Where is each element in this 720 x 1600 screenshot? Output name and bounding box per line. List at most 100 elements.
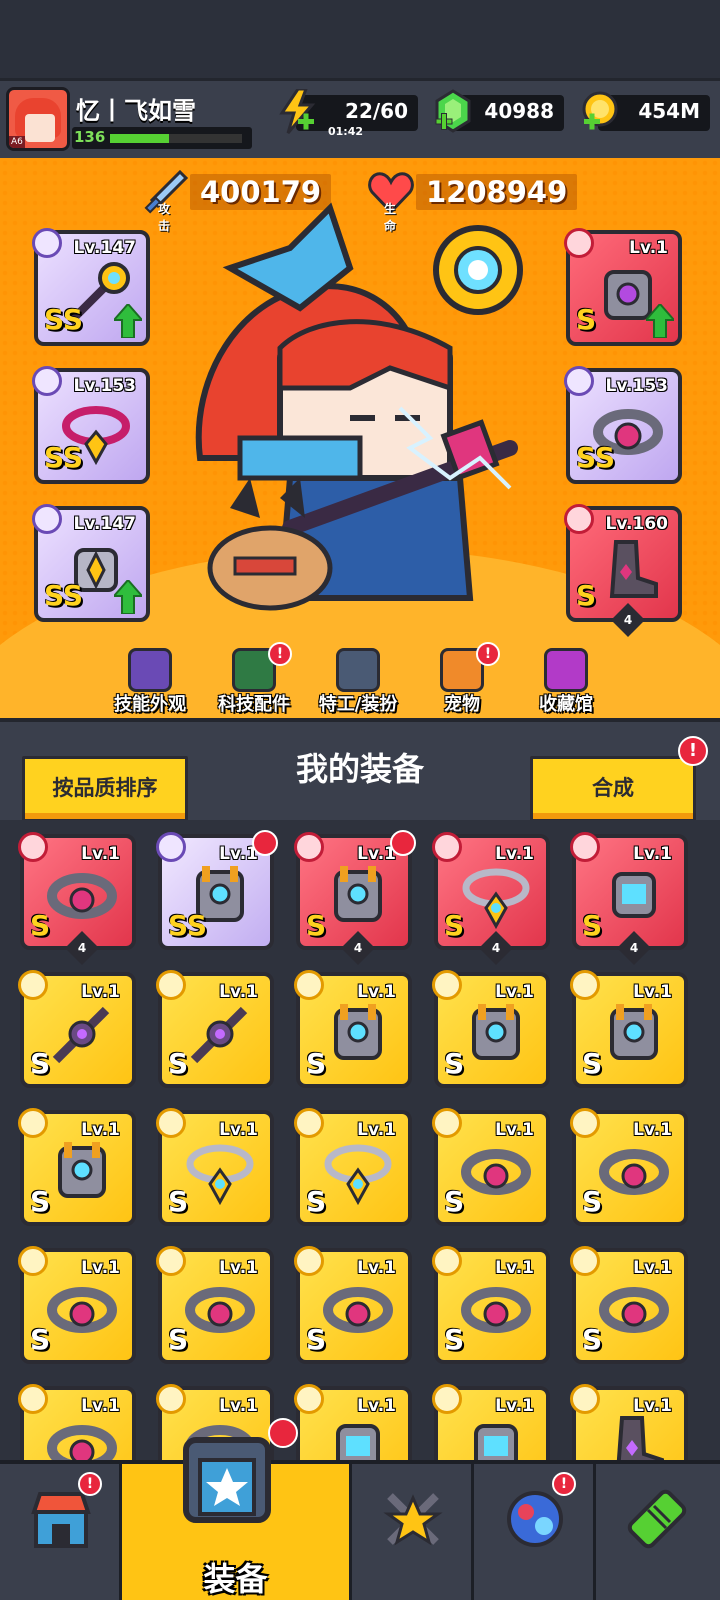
avatar[interactable]: A6 — [6, 87, 70, 151]
alert-badge: ! — [268, 642, 292, 666]
equipment-header: 按品质排序 我的装备 合成 ! — [0, 718, 720, 822]
equipped-glove-slot[interactable]: Lv.147 SS — [32, 504, 150, 622]
belt-icon — [599, 1149, 669, 1195]
inventory-item[interactable]: Lv.1S — [294, 1246, 412, 1364]
nav-agent-outfit[interactable]: 特工/装扮 — [308, 648, 408, 718]
inventory-item[interactable]: Lv.1S — [432, 970, 550, 1088]
star-count-badge: 4 — [341, 931, 375, 965]
attack-label: 攻击 — [158, 202, 171, 233]
player-name: 忆丨飞如雪 — [76, 97, 196, 125]
inventory-item[interactable]: Lv.1S — [432, 1108, 550, 1226]
skill-skin-icon — [128, 648, 172, 692]
merge-alert-badge: ! — [678, 736, 708, 766]
item-grade: S — [30, 1185, 51, 1218]
bottom-tab-equipment[interactable]: 装备 — [122, 1418, 352, 1600]
equipped-grade: SS — [44, 441, 84, 474]
equipped-grade: SS — [44, 303, 84, 336]
item-grade: S — [168, 1323, 189, 1356]
agent-outfit-icon — [336, 648, 380, 692]
inventory-item[interactable]: Lv.1S — [570, 1384, 688, 1460]
inventory-item[interactable]: Lv.1S — [570, 970, 688, 1088]
inventory-item[interactable]: Lv.1 S 4 — [294, 830, 416, 965]
inventory-item[interactable]: Lv.1S — [570, 1246, 688, 1364]
inventory-item[interactable]: Lv.1S — [432, 1384, 550, 1460]
upgrade-arrow-icon — [114, 580, 142, 614]
inventory-item[interactable]: Lv.1S — [294, 970, 412, 1088]
item-grade: S — [306, 1047, 327, 1080]
equipment-inventory: Lv.1 S 4 Lv.1 SS Lv.1 S 4 Lv.1 S 4 Lv.1 S 4 Lv.1 S Lv.1 S… — [0, 820, 720, 1460]
inventory-item[interactable]: Lv.1S — [156, 1246, 274, 1364]
alert-badge: ! — [476, 642, 500, 666]
equipped-level: Lv.147 — [73, 514, 136, 534]
nav-pet[interactable]: ! 宠物 — [412, 642, 512, 718]
status-bar — [0, 0, 720, 78]
inventory-item[interactable]: Lv.1S — [294, 1384, 412, 1460]
xp-progress-bar — [110, 134, 170, 143]
star-count-badge: 4 — [617, 931, 651, 965]
energy-counter[interactable]: 22/60 01:42 — [279, 89, 418, 138]
inventory-item[interactable]: Lv.1S — [18, 970, 136, 1088]
equipped-weapon-slot[interactable]: Lv.147 SS — [32, 228, 150, 346]
nav-skill-skin[interactable]: 技能外观 — [100, 648, 200, 718]
inventory-item[interactable]: Lv.1S — [18, 1246, 136, 1364]
bottom-tab-world[interactable]: ! — [474, 1464, 596, 1600]
inventory-item[interactable]: Lv.1 S 4 — [18, 832, 136, 965]
alert-badge: ! — [552, 1472, 576, 1496]
gem-value: 40988 — [484, 99, 554, 123]
hero-panel: 400179 攻击 1208949 生命 Lv.147 SS Lv.153 SS… — [0, 158, 720, 718]
player-level-value: 136 — [74, 128, 106, 146]
inventory-item[interactable]: Lv.1S — [432, 1246, 550, 1364]
equipped-necklace-slot[interactable]: Lv.153 SS — [32, 366, 150, 484]
bottom-tab-lab[interactable] — [596, 1464, 718, 1600]
alert-badge: ! — [78, 1472, 102, 1496]
inventory-item[interactable]: Lv.1 S 4 — [570, 832, 688, 965]
merge-button[interactable]: 合成 — [530, 756, 696, 822]
nav-label: 特工/装扮 — [318, 694, 398, 715]
inventory-item[interactable]: Lv.1 SS — [156, 830, 278, 950]
equipped-level: Lv.153 — [73, 376, 136, 396]
necklace-type-icon — [32, 366, 62, 396]
glove-icon — [474, 1424, 518, 1460]
item-grade: SS — [168, 909, 208, 942]
boots-icon — [609, 540, 658, 598]
item-grade: S — [582, 909, 603, 942]
equipped-belt-slot[interactable]: Lv.153 SS — [564, 366, 682, 484]
inventory-item[interactable]: Lv.1S — [294, 1108, 412, 1226]
collection-icon — [544, 648, 588, 692]
boots-icon — [616, 1416, 664, 1460]
item-grade: S — [306, 1323, 327, 1356]
gem-icon — [435, 89, 471, 133]
world-icon — [507, 1491, 563, 1547]
equipped-grade: S — [576, 579, 597, 612]
inventory-item[interactable]: Lv.1S — [156, 970, 274, 1088]
inventory-item[interactable]: Lv.1S — [18, 1108, 136, 1226]
armor-icon — [334, 1004, 382, 1060]
equipped-level: Lv.1 — [629, 238, 668, 258]
item-grade: S — [444, 1323, 465, 1356]
gem-counter[interactable]: 40988 — [435, 89, 564, 133]
bottom-tab-shop[interactable]: ! — [0, 1464, 122, 1600]
gold-counter[interactable]: 454M — [582, 91, 710, 131]
sort-by-quality-button[interactable]: 按品质排序 — [22, 756, 188, 822]
item-grade: S — [582, 1185, 603, 1218]
item-grade: S — [444, 1185, 465, 1218]
inventory-item[interactable]: Lv.1S — [18, 1384, 136, 1460]
item-grade: S — [168, 1047, 189, 1080]
glove-icon — [612, 872, 656, 918]
bottom-tab-battle[interactable] — [352, 1464, 474, 1600]
equipped-boots-slot[interactable]: Lv.160 S 4 — [564, 504, 682, 637]
item-grade: S — [444, 909, 465, 942]
belt-icon — [185, 1287, 255, 1333]
inventory-item[interactable]: Lv.1S — [156, 1108, 274, 1226]
coin-icon — [582, 91, 618, 130]
nav-collection[interactable]: 收藏馆 — [516, 648, 616, 718]
resource-bar: A6 忆丨飞如雪 136 22/60 01:42 40988 454M — [0, 78, 720, 158]
weapon-type-icon — [32, 228, 62, 258]
glove-type-icon — [32, 504, 62, 534]
equipped-armor-slot[interactable]: Lv.1 S — [564, 228, 682, 346]
inventory-item[interactable]: Lv.1 S 4 — [432, 832, 550, 965]
nav-tech-part[interactable]: ! 科技配件 — [204, 642, 304, 718]
star-count-badge: 4 — [479, 931, 513, 965]
nav-label: 技能外观 — [114, 694, 186, 715]
inventory-item[interactable]: Lv.1S — [570, 1108, 688, 1226]
